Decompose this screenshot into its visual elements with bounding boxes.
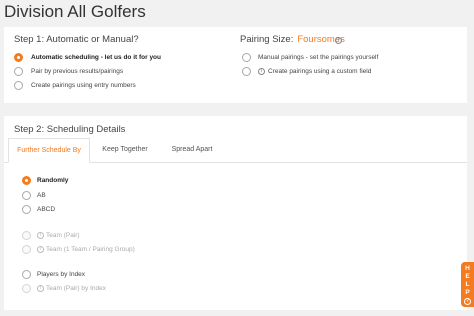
step2-title: Step 2: Scheduling Details [14, 124, 126, 135]
team-pair-info-icon[interactable]: i [37, 232, 44, 239]
radio-team-pairing-group[interactable] [22, 245, 31, 254]
team-pairing-group-info-icon[interactable]: i [37, 246, 44, 253]
page-title: Division All Golfers [4, 2, 146, 21]
tab-further-schedule-by[interactable]: Further Schedule By [8, 138, 90, 163]
step1-card: Step 1: Automatic or Manual? Automatic s… [4, 27, 467, 103]
radio-custom-field[interactable] [242, 67, 251, 76]
help-letter-l: L [465, 281, 470, 288]
option-label-team-pair: Team (Pair) [46, 232, 80, 239]
step2-card: Step 2: Scheduling Details Further Sched… [4, 116, 467, 310]
help-letter-p: P [465, 289, 470, 296]
radio-ab[interactable] [22, 191, 31, 200]
radio-team-pair-by-index[interactable] [22, 284, 31, 293]
radio-pair-by-previous[interactable] [14, 67, 23, 76]
option-label-ab: AB [37, 192, 46, 199]
tab-keep-together[interactable]: Keep Together [92, 138, 158, 161]
pairing-size-label: Pairing Size: [240, 34, 294, 45]
custom-field-info-icon[interactable]: i [258, 68, 265, 75]
option-label-randomly: Randomly [37, 177, 69, 184]
tabs-bar: Further Schedule By Keep Together Spread… [4, 138, 467, 163]
pairing-size: Pairing Size: Foursomes [240, 34, 345, 45]
radio-players-by-index[interactable] [22, 270, 31, 279]
radio-entry-numbers[interactable] [14, 81, 23, 90]
option-label-entry-numbers: Create pairings using entry numbers [31, 82, 136, 89]
help-letter-h: H [465, 265, 470, 272]
option-label-manual-pairings: Manual pairings - set the pairings yours… [258, 54, 379, 61]
option-label-automatic-scheduling: Automatic scheduling - let us do it for … [31, 54, 162, 61]
radio-randomly[interactable] [22, 176, 31, 185]
radio-team-pair[interactable] [22, 231, 31, 240]
radio-automatic-scheduling[interactable] [14, 53, 23, 62]
pairing-info-icon[interactable]: i [335, 37, 342, 44]
option-label-abcd: ABCD [37, 206, 56, 213]
step1-title: Step 1: Automatic or Manual? [14, 34, 139, 45]
option-label-team-pair-by-index: Team (Pair) by Index [46, 285, 106, 292]
radio-manual-pairings[interactable] [242, 53, 251, 62]
option-label-team-pairing-group: Team (1 Team / Pairing Group) [46, 246, 135, 253]
option-label-pair-by-previous: Pair by previous results/pairings [31, 68, 124, 75]
radio-abcd[interactable] [22, 205, 31, 214]
option-label-players-by-index: Players by Index [37, 271, 86, 278]
help-tab[interactable]: H E L P ? [461, 262, 474, 307]
team-pair-by-index-info-icon[interactable]: i [37, 285, 44, 292]
tab-spread-apart[interactable]: Spread Apart [160, 138, 224, 161]
help-letter-e: E [465, 273, 470, 280]
question-icon: ? [464, 298, 471, 305]
option-label-custom-field: Create pairings using a custom field [268, 68, 372, 75]
